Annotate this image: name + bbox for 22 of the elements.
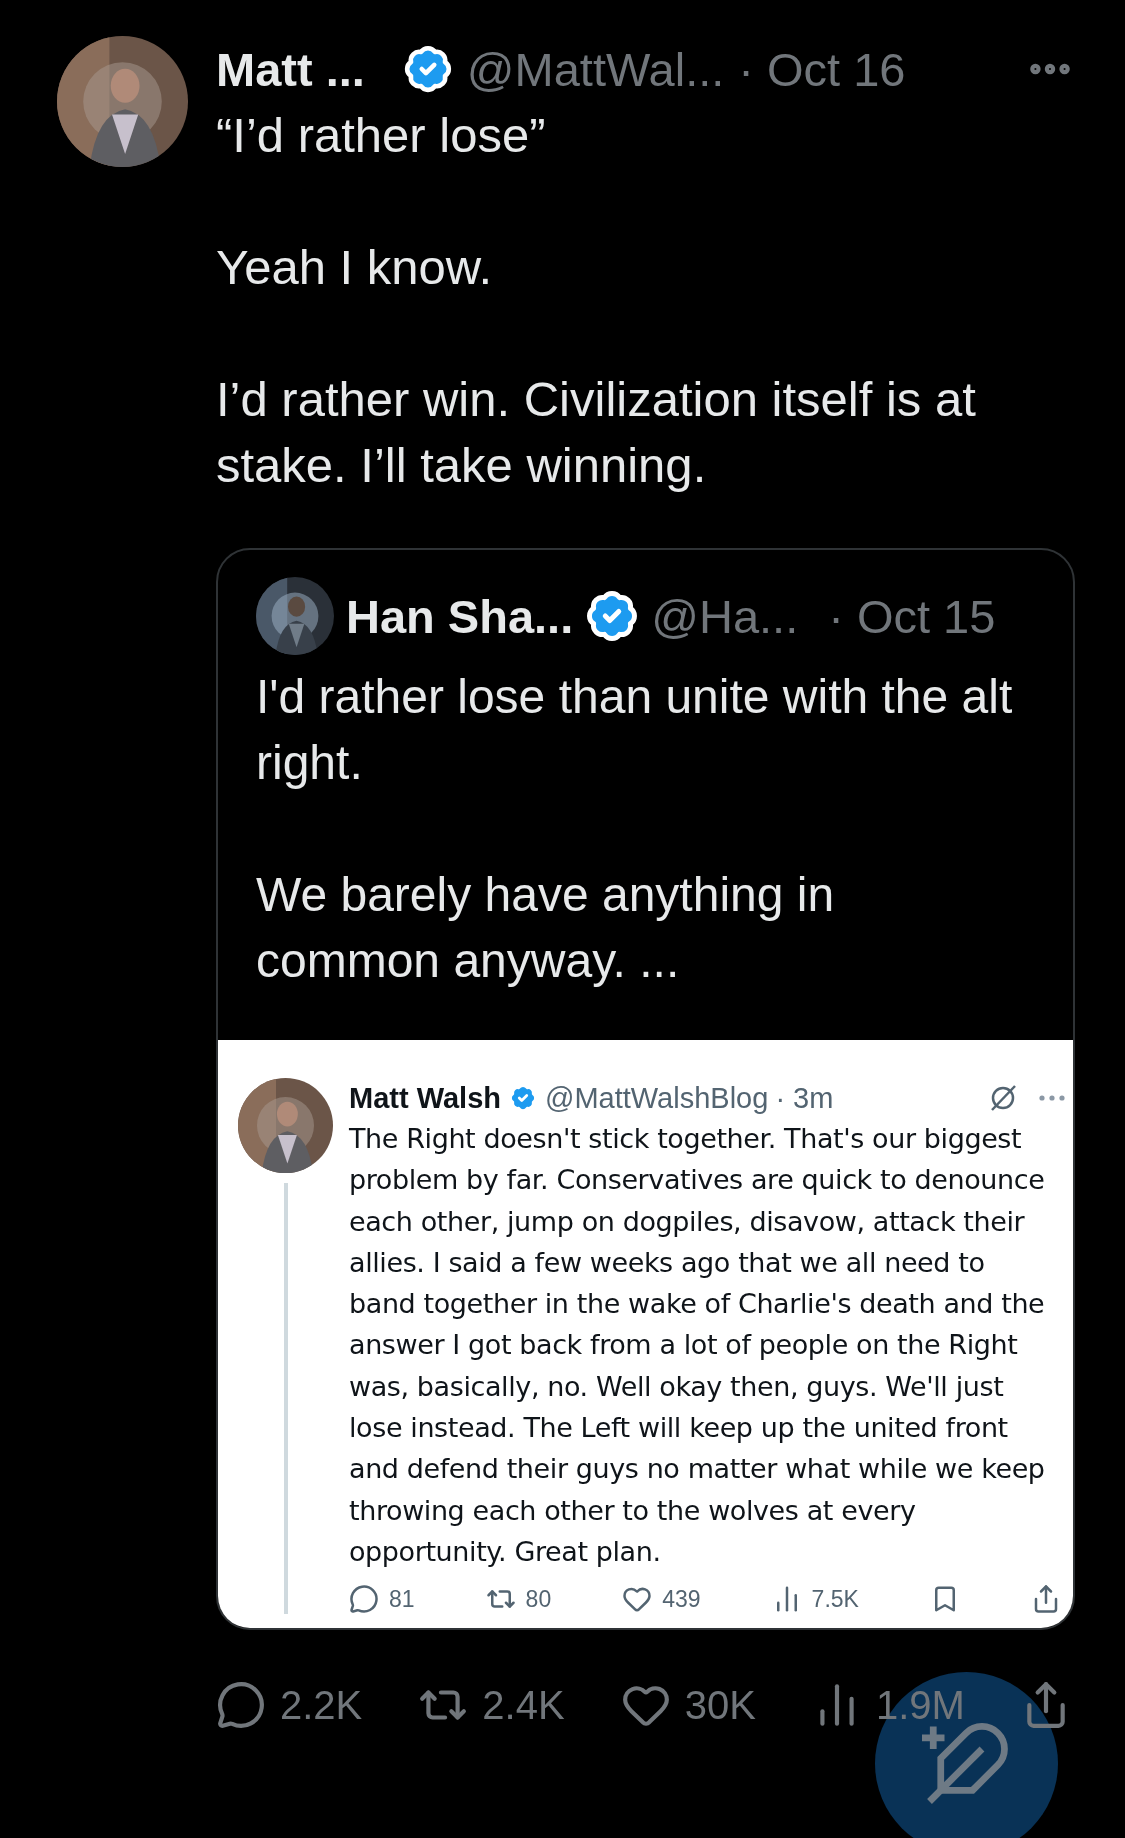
- author-handle: @MattWalshBlog: [545, 1081, 769, 1115]
- post-time[interactable]: · Oct 16: [738, 41, 906, 97]
- author-name[interactable]: Matt ...: [216, 41, 365, 97]
- quoted-text: I'd rather lose than unite with the alt right.: [256, 669, 1014, 791]
- post-text: “I’d rather lose”: [216, 107, 547, 164]
- views-button[interactable]: 7.5K: [771, 1584, 859, 1615]
- author-name[interactable]: Han Sha...: [346, 588, 574, 644]
- post-time[interactable]: · Oct 15: [828, 588, 996, 644]
- like-button[interactable]: 439: [622, 1584, 701, 1615]
- quoted-text: We barely have anything in common anyway. ...: [256, 867, 836, 989]
- author-handle[interactable]: @Ha...: [651, 588, 799, 644]
- author-handle[interactable]: @MattWal...: [466, 41, 725, 97]
- author-name: Matt Walsh: [349, 1081, 501, 1115]
- reply-button[interactable]: 81: [349, 1584, 415, 1615]
- like-button[interactable]: 30K: [620, 1680, 756, 1731]
- reply-button[interactable]: 2.2K: [216, 1680, 363, 1731]
- post-time: · 3m: [775, 1081, 834, 1115]
- post-text: I’d rather win. Civilization itself is at stake. I’ll take winning.: [216, 371, 977, 494]
- post-text: Yeah I know.: [216, 239, 494, 296]
- repost-button[interactable]: 80: [485, 1584, 552, 1615]
- repost-button[interactable]: 2.4K: [418, 1680, 565, 1731]
- post-text: The Right doesn't stick together. That's our biggest problem by far. Conservatives are quick to denounce each other, jump on dogpiles, disavow, attack their allies. I said a few weeks ago that we all need to band together in the wake of Charlie's death and the answer I got back from a lot of people on the Right was, basically, no. Well okay then, guys. We'll just lose instead. The Left will keep up the united front and defend their guys no matter what while we keep throwing each other to the wolves at every opportunity. Great plan.: [349, 1122, 1046, 1569]
